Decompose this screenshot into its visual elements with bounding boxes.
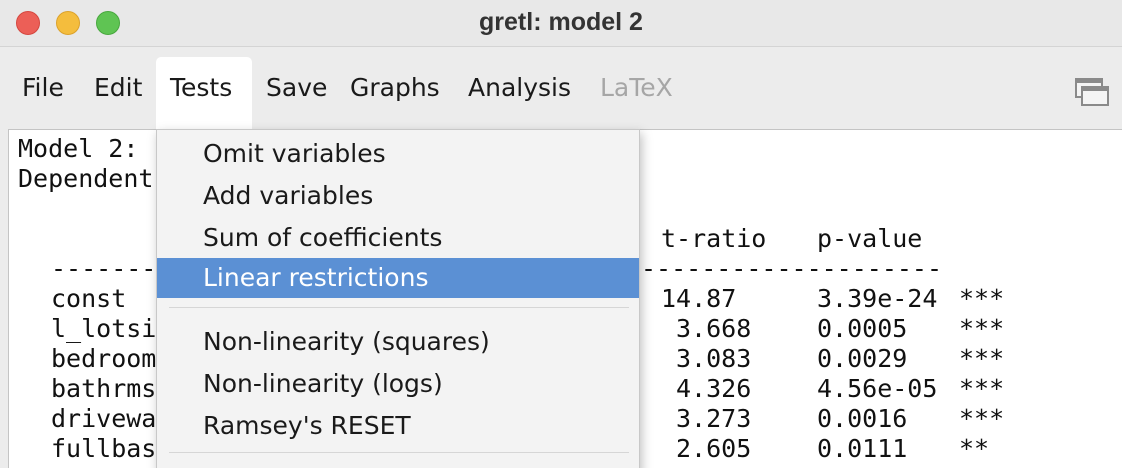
row-p-value: 0.0029: [817, 344, 908, 373]
row-p-value: 0.0005: [817, 314, 908, 343]
menu-item-add-variables[interactable]: Add variables: [157, 176, 639, 216]
row-name: fullbas: [51, 434, 157, 463]
menu-bar: File Edit Tests Save Graphs Analysis LaT…: [0, 47, 1122, 129]
menu-save[interactable]: Save: [252, 57, 341, 119]
row-stars: ***: [959, 314, 1005, 343]
menu-latex: LaTeX: [600, 73, 673, 102]
table-rule-right: --------------------: [641, 254, 943, 283]
menu-item-ramsey-reset[interactable]: Ramsey's RESET: [157, 406, 639, 446]
gretl-model-window: gretl: model 2 File Edit Tests Save Grap…: [0, 0, 1122, 468]
menu-item-sum-of-coefficients[interactable]: Sum of coefficients: [157, 218, 639, 258]
col-header-t-ratio: t-ratio: [661, 224, 767, 253]
menu-item-non-linearity-logs[interactable]: Non-linearity (logs): [157, 364, 639, 404]
menu-separator: [169, 307, 629, 308]
row-t-ratio: 3.273: [676, 404, 752, 433]
row-t-ratio: 2.605: [676, 434, 752, 463]
row-t-ratio: 3.083: [676, 344, 752, 373]
model-title-line: Model 2:: [18, 134, 139, 163]
menu-item-non-linearity-squares[interactable]: Non-linearity (squares): [157, 322, 639, 362]
row-name: bathrms: [51, 374, 157, 403]
menu-graphs[interactable]: Graphs: [336, 57, 454, 119]
menu-analysis[interactable]: Analysis: [454, 57, 585, 119]
menu-edit[interactable]: Edit: [80, 57, 156, 119]
row-p-value: 0.0016: [817, 404, 908, 433]
row-stars: ***: [959, 344, 1005, 373]
menu-item-omit-variables[interactable]: Omit variables: [157, 134, 639, 174]
dependent-variable-line: Dependent: [18, 164, 154, 193]
row-name: bedroom: [51, 344, 157, 373]
row-stars: ***: [959, 374, 1005, 403]
row-stars: **: [959, 434, 990, 463]
row-t-ratio: 4.326: [676, 374, 752, 403]
window-tile-icon[interactable]: [1075, 78, 1109, 106]
menu-file[interactable]: File: [8, 57, 78, 119]
menu-tests[interactable]: Tests: [156, 57, 252, 129]
tests-dropdown-menu: Omit variables Add variables Sum of coef…: [156, 129, 640, 468]
row-p-value: 4.56e-05: [817, 374, 938, 403]
row-t-ratio: 14.87: [661, 284, 737, 313]
row-name: l_lotsi: [51, 314, 157, 343]
row-p-value: 0.0111: [817, 434, 908, 463]
table-rule-left: -------: [51, 254, 157, 283]
row-stars: ***: [959, 404, 1005, 433]
window-title: gretl: model 2: [479, 8, 643, 36]
row-stars: ***: [959, 284, 1005, 313]
title-bar[interactable]: gretl: model 2: [0, 0, 1122, 47]
col-header-p-value: p-value: [817, 224, 923, 253]
row-name: const: [51, 284, 127, 313]
row-name: drivewa: [51, 404, 157, 433]
menu-separator: [169, 452, 629, 453]
menu-item-linear-restrictions[interactable]: Linear restrictions: [157, 258, 639, 298]
row-p-value: 3.39e-24: [817, 284, 938, 313]
row-t-ratio: 3.668: [676, 314, 752, 343]
